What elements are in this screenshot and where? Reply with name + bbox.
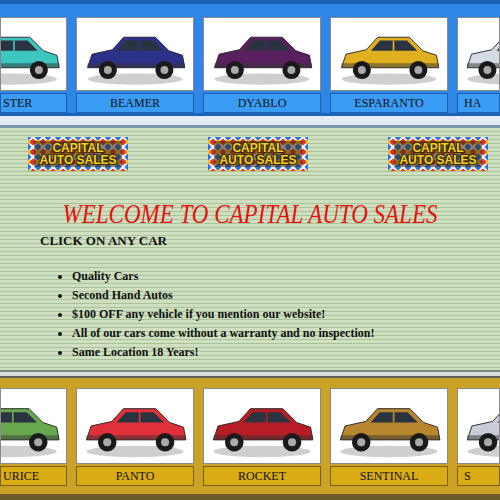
car-label[interactable]: URICE bbox=[0, 466, 67, 486]
car-label[interactable]: DYABLO bbox=[203, 93, 321, 113]
car-card[interactable]: S bbox=[457, 388, 500, 494]
car-picture[interactable] bbox=[457, 388, 500, 464]
car-label[interactable]: BEAMER bbox=[76, 93, 194, 113]
divider bbox=[0, 370, 500, 378]
logo-text: CAPITAL AUTO SALES bbox=[34, 141, 122, 167]
car-picture[interactable] bbox=[0, 388, 67, 464]
page: STER BEAMER DYABLO ESPARANTO HA CAPITAL … bbox=[0, 0, 500, 500]
top-car-strip: STER BEAMER DYABLO ESPARANTO HA bbox=[0, 0, 500, 113]
logo: CAPITAL AUTO SALES bbox=[28, 137, 128, 171]
car-icon bbox=[1, 18, 66, 90]
car-icon bbox=[204, 389, 320, 463]
car-card[interactable]: HA bbox=[457, 17, 500, 113]
car-card[interactable]: ROCKET bbox=[203, 388, 321, 494]
car-picture[interactable] bbox=[0, 17, 67, 91]
welcome-heading: WELCOME TO CAPITAL AUTO SALES bbox=[0, 201, 500, 229]
divider bbox=[0, 113, 500, 128]
car-label[interactable]: ROCKET bbox=[203, 466, 321, 486]
car-icon bbox=[77, 18, 193, 90]
bottom-car-strip: URICE PANTO ROCKET SENTINAL S bbox=[0, 378, 500, 500]
logo-text: CAPITAL AUTO SALES bbox=[394, 141, 482, 167]
car-picture[interactable] bbox=[76, 17, 194, 91]
car-card[interactable]: BEAMER bbox=[76, 17, 194, 113]
feature-item: Same Location 18 Years! bbox=[72, 343, 500, 362]
car-label[interactable]: SENTINAL bbox=[330, 466, 448, 486]
car-label[interactable]: HA bbox=[457, 93, 500, 113]
car-label[interactable]: STER bbox=[0, 93, 67, 113]
car-card[interactable]: URICE bbox=[0, 388, 67, 494]
logo-text: CAPITAL AUTO SALES bbox=[214, 141, 302, 167]
car-picture[interactable] bbox=[76, 388, 194, 464]
car-icon bbox=[458, 18, 499, 90]
car-icon bbox=[331, 18, 447, 90]
car-label[interactable]: S bbox=[457, 466, 500, 486]
car-icon bbox=[331, 389, 447, 463]
car-picture[interactable] bbox=[330, 17, 448, 91]
logo: CAPITAL AUTO SALES bbox=[388, 137, 488, 171]
car-card[interactable]: DYABLO bbox=[203, 17, 321, 113]
instruction: CLICK ON ANY CAR bbox=[40, 233, 500, 249]
car-card[interactable]: STER bbox=[0, 17, 67, 113]
car-card[interactable]: ESPARANTO bbox=[330, 17, 448, 113]
car-icon bbox=[77, 389, 193, 463]
car-picture[interactable] bbox=[457, 17, 500, 91]
car-label[interactable]: PANTO bbox=[76, 466, 194, 486]
logo-row: CAPITAL AUTO SALES CAPITAL AUTO SALES CAPI… bbox=[0, 137, 500, 171]
feature-item: Quality Cars bbox=[72, 267, 500, 286]
feature-item: Second Hand Autos bbox=[72, 286, 500, 305]
car-icon bbox=[458, 389, 499, 463]
car-card[interactable]: SENTINAL bbox=[330, 388, 448, 494]
car-picture[interactable] bbox=[203, 17, 321, 91]
car-icon bbox=[1, 389, 66, 463]
car-picture[interactable] bbox=[203, 388, 321, 464]
car-picture[interactable] bbox=[330, 388, 448, 464]
car-label[interactable]: ESPARANTO bbox=[330, 93, 448, 113]
feature-item: All of our cars come without a warranty … bbox=[72, 324, 500, 343]
feature-list: Quality CarsSecond Hand Autos$100 OFF an… bbox=[0, 267, 500, 362]
feature-item: $100 OFF any vehicle if you mention our … bbox=[72, 305, 500, 324]
logo: CAPITAL AUTO SALES bbox=[208, 137, 308, 171]
car-card[interactable]: PANTO bbox=[76, 388, 194, 494]
car-icon bbox=[204, 18, 320, 90]
main-panel: CAPITAL AUTO SALES CAPITAL AUTO SALES CAPI… bbox=[0, 128, 500, 370]
